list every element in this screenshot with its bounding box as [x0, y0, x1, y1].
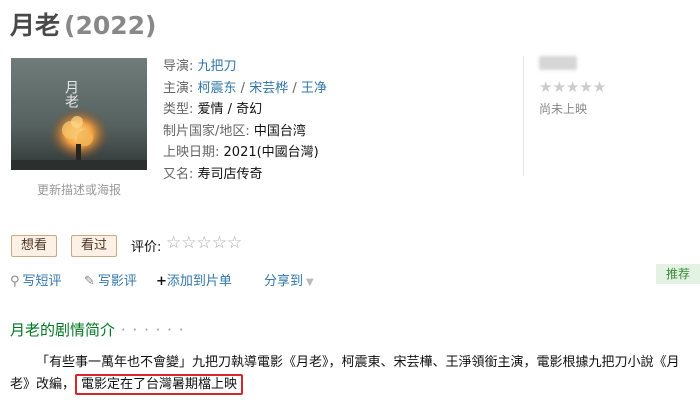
region-row: 制片国家/地区: 中国台湾	[163, 121, 327, 143]
cast-label: 主演:	[163, 80, 194, 96]
rate-stars-input[interactable]: ☆☆☆☆☆	[166, 233, 242, 253]
release-value: 2021(中國台灣)	[223, 145, 319, 161]
release-row: 上映日期: 2021(中國台灣)	[163, 142, 327, 164]
plus-icon: +	[156, 274, 167, 289]
genre-value: 爱情 / 奇幻	[197, 102, 263, 118]
share-dropdown[interactable]: 分享到 ▼	[264, 270, 314, 289]
highlighted-sentence: 電影定在了台灣暑期檔上映	[75, 374, 244, 395]
blurred-score	[539, 56, 577, 70]
rating-panel: ★★★★★ 尚未上映	[523, 56, 673, 176]
share-label: 分享到	[264, 274, 304, 289]
director-label: 导演:	[163, 59, 194, 74]
update-poster-link[interactable]: 更新描述或海报	[11, 181, 147, 198]
write-short-review-label: 写短评	[22, 274, 62, 289]
cast-separator: /	[236, 80, 250, 96]
movie-name: 月老	[10, 11, 61, 40]
synopsis-text: 「有些事一萬年也不會變」九把刀執導電影《月老》，柯震東、宋芸樺、王淨領銜主演，電…	[10, 352, 690, 396]
write-short-review-link[interactable]: ⚲ 写短评	[10, 270, 62, 289]
synopsis-dots: · · · · · ·	[121, 321, 185, 339]
region-value: 中国台湾	[253, 123, 306, 139]
cast-link-2[interactable]: 宋芸桦	[249, 81, 288, 96]
region-label: 制片国家/地区:	[163, 123, 250, 139]
speech-pin-icon: ⚲	[10, 274, 20, 289]
add-to-list-link[interactable]: +添加到片单	[156, 270, 232, 289]
rate-label: 评价:	[131, 240, 162, 255]
rating-stars-icon: ★★★★★	[539, 78, 607, 96]
director-link[interactable]: 九把刀	[198, 59, 237, 74]
write-review-link[interactable]: ✎ 写影评	[84, 270, 137, 289]
recommend-button[interactable]: 推荐	[656, 264, 700, 284]
synopsis-heading: 月老的剧情简介 · · · · · ·	[10, 319, 184, 340]
director-row: 导演: 九把刀	[163, 56, 327, 78]
pencil-icon: ✎	[84, 274, 95, 289]
cast-row: 主演: 柯震东 / 宋芸桦 / 王净	[163, 78, 327, 100]
movie-year: (2022)	[64, 11, 157, 40]
seen-button[interactable]: 看过	[71, 235, 118, 257]
page-title: 月老 (2022)	[10, 6, 156, 46]
want-to-see-button[interactable]: 想看	[11, 235, 58, 257]
aka-row: 又名: 寿司店传奇	[163, 164, 327, 186]
aka-label: 又名:	[163, 166, 194, 182]
genre-label: 类型:	[163, 102, 194, 118]
poster-image[interactable]: 月老	[11, 58, 147, 170]
not-released-status: 尚未上映	[539, 102, 588, 116]
aka-value: 寿司店传奇	[197, 166, 263, 182]
cast-link-1[interactable]: 柯震东	[198, 81, 237, 96]
add-to-list-label: 添加到片单	[166, 274, 232, 289]
poster-title-art: 月老	[63, 80, 79, 108]
synopsis-title: 月老的剧情简介	[10, 321, 116, 339]
release-label: 上映日期:	[163, 145, 220, 161]
movie-info: 导演: 九把刀 主演: 柯震东 / 宋芸桦 / 王净 类型: 爱情 / 奇幻 制…	[163, 56, 327, 186]
write-review-label: 写影评	[97, 274, 137, 289]
genre-row: 类型: 爱情 / 奇幻	[163, 99, 327, 121]
cast-separator: /	[288, 80, 301, 96]
cast-link-3[interactable]: 王净	[301, 81, 327, 96]
chevron-down-icon: ▼	[306, 277, 314, 288]
